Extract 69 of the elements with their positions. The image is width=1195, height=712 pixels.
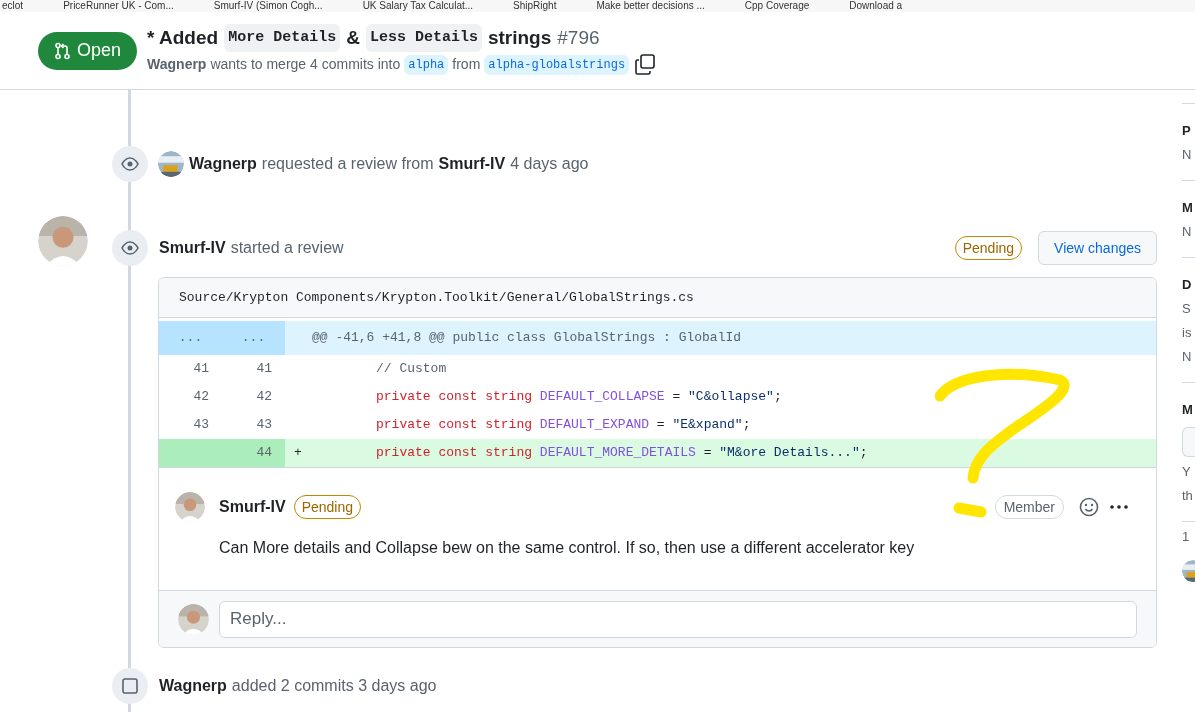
bookmark-link[interactable]: ShipRight (513, 0, 557, 12)
sidebar-text: 1 (1182, 528, 1190, 546)
branch-label[interactable]: alpha (404, 54, 449, 75)
sidebar-text: N (1182, 146, 1192, 164)
code-line: // Custom (375, 360, 447, 379)
line-number: ... (159, 321, 222, 355)
code-line: private const string DEFAULT_MORE_DETAILS = "M&ore Details..."; (375, 444, 868, 463)
sidebar-heading: M (1182, 401, 1193, 419)
pr-title: & (346, 26, 360, 50)
pull-request-icon (54, 41, 71, 60)
diff-sign: + (293, 444, 303, 463)
line-number-gutter (159, 439, 222, 467)
emoji-button[interactable] (1078, 496, 1100, 518)
line-number: 41 (192, 360, 210, 378)
sidebar-heading: D (1182, 276, 1192, 294)
line-number: ... (222, 321, 285, 355)
view-changes-button[interactable]: View changes (1038, 231, 1157, 265)
code-line: private const string DEFAULT_COLLAPSE = "C&ollapse"; (375, 388, 782, 407)
comment-text: Can More details and Collapse bew on the same control. If so, then use a different accelerator key (219, 538, 916, 558)
ellipsis-icon (1109, 505, 1129, 509)
event-text: added 2 commits 3 days ago (231, 676, 437, 696)
pr-title: strings (487, 26, 552, 50)
commit-icon (121, 677, 139, 695)
line-number: 43 (192, 416, 210, 434)
line-number: 41 (255, 360, 273, 378)
timestamp-link[interactable]: 4 days ago (510, 152, 589, 176)
line-number: 42 (255, 388, 273, 406)
author-link[interactable]: Smurf-IV (159, 236, 226, 260)
pr-number: #796 (557, 26, 600, 50)
bookmark-link[interactable]: Make better decisions ... (596, 0, 705, 12)
pr-title: * Added (147, 26, 219, 50)
status-button[interactable]: Open (38, 31, 138, 70)
author-link[interactable]: Wagnerp (189, 152, 257, 176)
eye-icon (121, 239, 139, 257)
bookmark-link[interactable]: UK Salary Tax Calculat... (362, 0, 474, 12)
reply-field[interactable]: Reply... (219, 600, 1137, 638)
bookmark-link[interactable]: Download a (849, 0, 903, 12)
event-text: requested a review from (261, 154, 434, 174)
sidebar-text: N (1182, 223, 1192, 241)
author-link[interactable]: Smurf-IV (438, 152, 506, 176)
author-link[interactable]: Smurf-IV (219, 495, 286, 519)
branch-label[interactable]: alpha-globalstrings (484, 54, 630, 75)
from-text: from (452, 55, 481, 74)
author-link[interactable]: Wagnerp (159, 674, 227, 698)
bookmark-link[interactable]: Cpp Coverage (744, 0, 810, 12)
bookmark-link[interactable]: PriceRunner UK - Com... (63, 0, 174, 12)
code-snippet: Less Details (365, 24, 482, 52)
eye-icon (121, 155, 139, 173)
code-snippet: More Details (224, 24, 341, 52)
sidebar-text: is (1182, 324, 1192, 342)
sidebar-text: th (1182, 487, 1193, 505)
sidebar-text: S (1182, 300, 1191, 318)
sidebar-text: N (1182, 348, 1192, 366)
bookmark-link[interactable]: Smurf-IV (Simon Cogh... (213, 0, 323, 12)
hunk-header: @@ -41,6 +41,8 @@ public class GlobalStrings : GlobalId (312, 329, 742, 348)
bookmark-link[interactable]: eclot (2, 0, 24, 12)
smiley-icon (1079, 497, 1099, 517)
copy-icon (635, 54, 657, 75)
author-link[interactable]: Wagnerp (147, 54, 207, 75)
sidebar-heading: P (1182, 122, 1191, 140)
merge-text: wants to merge 4 commits into (210, 55, 401, 74)
line-number: 43 (255, 416, 273, 434)
line-number: 42 (192, 388, 210, 406)
sidebar-text: Y (1182, 463, 1191, 481)
sidebar-heading: M (1182, 199, 1193, 217)
code-line: private const string DEFAULT_EXPAND = "E&xpand"; (375, 416, 751, 435)
event-text: started a review (230, 238, 344, 258)
line-number: 44 (222, 439, 285, 467)
file-path: Source/Krypton Components/Krypton.Toolkit/General/GlobalStrings.cs (159, 278, 1156, 318)
